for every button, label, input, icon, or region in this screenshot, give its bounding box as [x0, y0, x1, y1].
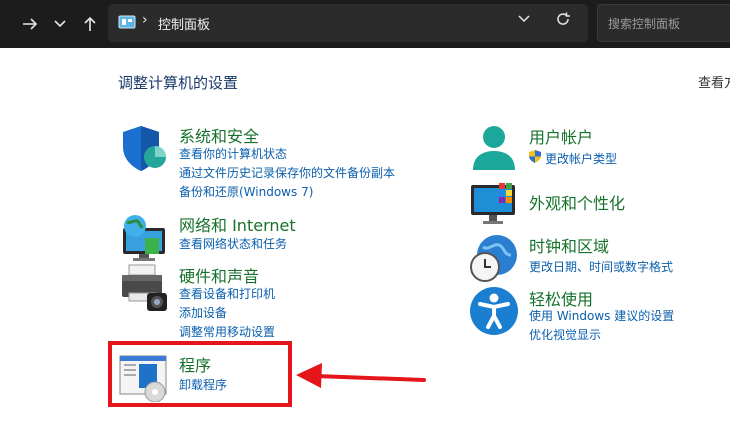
annotation-highlight-box: [108, 341, 292, 407]
category-link[interactable]: 查看网络状态和任务: [179, 235, 287, 252]
printer-icon[interactable]: [119, 263, 169, 313]
view-by-label[interactable]: 查看方: [698, 72, 730, 91]
user-icon[interactable]: [469, 124, 519, 174]
search-input[interactable]: 搜索控制面板: [597, 4, 730, 42]
chevron-down-icon: [54, 20, 66, 28]
refresh-icon[interactable]: [556, 12, 570, 30]
annotation-arrow: [296, 363, 426, 388]
arrow-up-icon: [84, 16, 96, 31]
category-hardware-sound: 硬件和声音 查看设备和打印机 添加设备 调整常用移动设置: [119, 263, 419, 340]
category-network-internet: 网络和 Internet 查看网络状态和任务: [119, 212, 419, 261]
page-title: 调整计算机的设置: [118, 74, 239, 92]
category-title[interactable]: 硬件和声音: [179, 263, 259, 287]
up-button[interactable]: [78, 12, 102, 36]
address-bar[interactable]: › 控制面板: [108, 4, 588, 42]
category-link[interactable]: 查看设备和打印机: [179, 285, 275, 302]
chevron-right-icon: ›: [142, 12, 148, 28]
category-link[interactable]: 添加设备: [179, 304, 227, 321]
shield-icon[interactable]: [119, 123, 169, 173]
category-link[interactable]: 调整常用移动设置: [179, 323, 275, 340]
uac-shield-icon: [529, 150, 541, 163]
network-globe-icon[interactable]: [119, 212, 169, 262]
breadcrumb[interactable]: 控制面板: [158, 14, 210, 33]
control-panel-icon: [118, 15, 136, 29]
category-link[interactable]: 更改日期、时间或数字格式: [529, 258, 673, 275]
category-appearance: 外观和个性化: [469, 181, 719, 226]
category-clock-region: 时钟和区域 更改日期、时间或数字格式: [469, 233, 719, 283]
address-toolbar: › 控制面板 搜索控制面板: [0, 0, 730, 48]
category-link[interactable]: 使用 Windows 建议的设置: [529, 307, 674, 324]
accessibility-icon[interactable]: [469, 286, 519, 336]
category-title[interactable]: 系统和安全: [179, 123, 259, 147]
category-link[interactable]: 更改帐户类型: [545, 150, 617, 167]
category-user-accounts: 用户帐户 更改帐户类型: [469, 124, 719, 174]
category-title[interactable]: 网络和 Internet: [179, 212, 296, 236]
category-link[interactable]: 备份和还原(Windows 7): [179, 183, 313, 200]
address-dropdown-icon[interactable]: [518, 12, 530, 27]
appearance-monitor-icon[interactable]: [469, 181, 519, 231]
category-link[interactable]: 查看你的计算机状态: [179, 145, 287, 162]
clock-globe-icon[interactable]: [469, 233, 519, 283]
category-ease-of-access: 轻松使用 使用 Windows 建议的设置 优化视觉显示: [469, 286, 719, 343]
arrow-right-icon: [23, 18, 38, 30]
forward-button[interactable]: [18, 12, 42, 36]
category-system-security: 系统和安全 查看你的计算机状态 通过文件历史记录保存你的文件备份副本 备份和还原…: [119, 123, 419, 200]
category-link[interactable]: 优化视觉显示: [529, 326, 601, 343]
category-title[interactable]: 时钟和区域: [529, 233, 609, 257]
category-link[interactable]: 通过文件历史记录保存你的文件备份副本: [179, 164, 395, 181]
recent-locations-button[interactable]: [48, 12, 72, 36]
category-title[interactable]: 用户帐户: [529, 124, 593, 148]
category-title[interactable]: 外观和个性化: [529, 190, 625, 214]
search-placeholder: 搜索控制面板: [608, 17, 681, 31]
